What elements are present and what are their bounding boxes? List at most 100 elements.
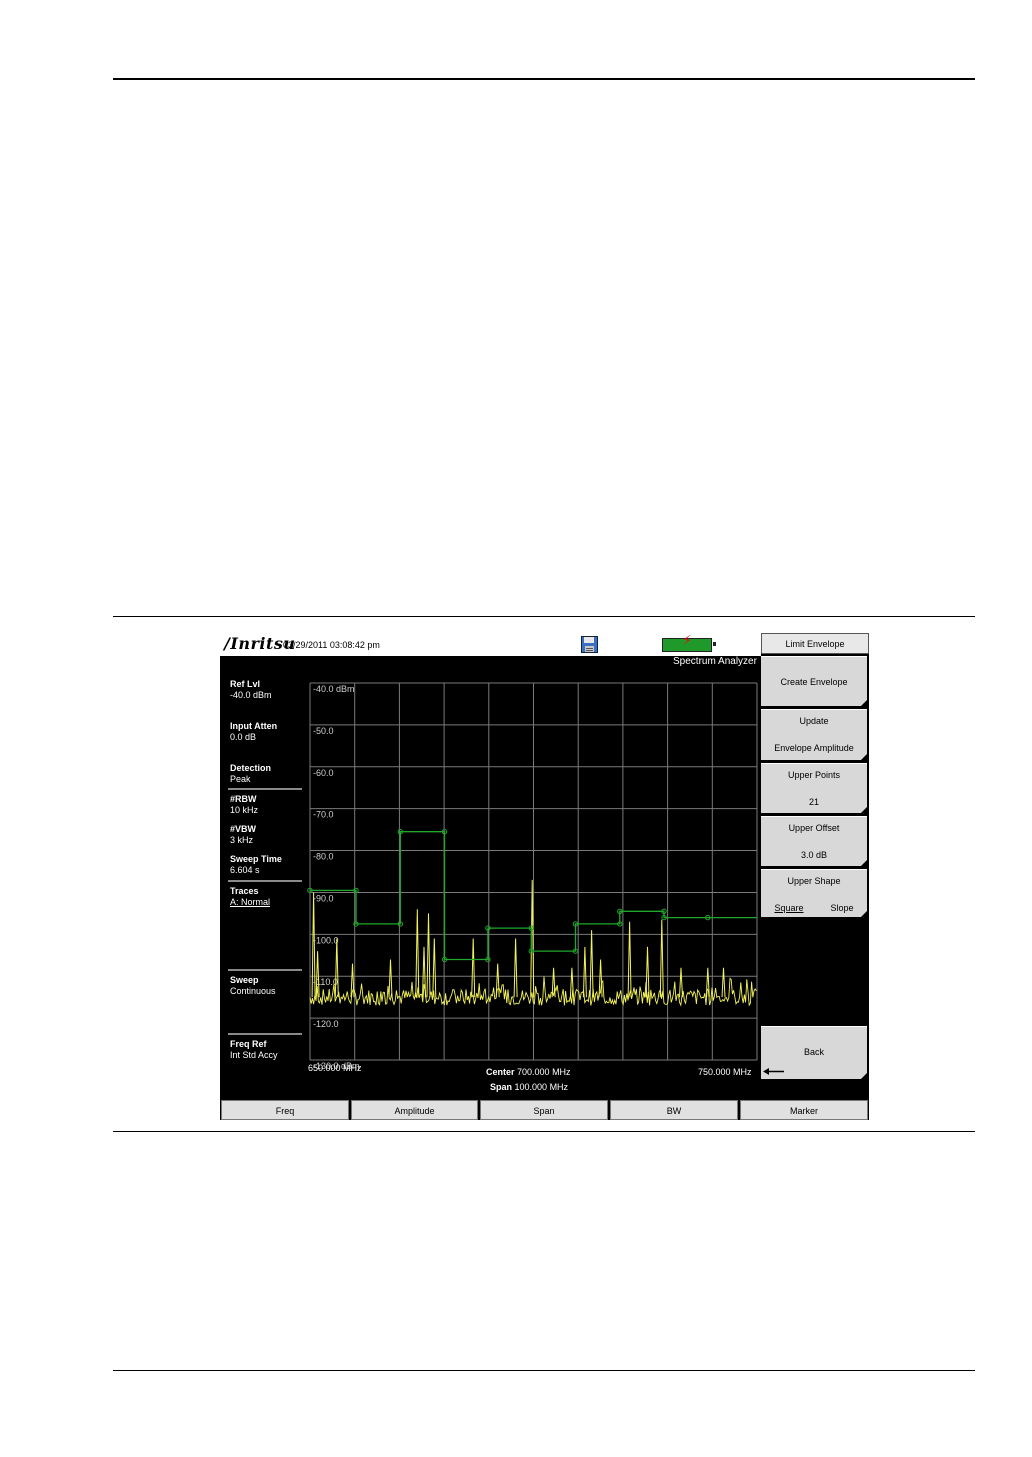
update-label-line1: Update (799, 716, 829, 726)
span-key[interactable]: Span (480, 1100, 608, 1120)
input-atten-value: 0.0 dB (230, 732, 257, 742)
sweep-value: Continuous (230, 986, 276, 996)
plot-grid (309, 682, 758, 1061)
trace-peak (679, 967, 683, 998)
date-time: 03/29/2011 03:08:42 pm (283, 640, 380, 650)
span-value: 100.000 MHz (514, 1082, 569, 1092)
update-envelope-amplitude-button[interactable]: Update Envelope Amplitude (761, 709, 867, 760)
upper-offset-value: 3.0 dB (800, 850, 828, 860)
sweep-label: Sweep (230, 975, 259, 985)
sweep-time-group[interactable]: Sweep Time 6.604 s (230, 854, 282, 876)
panel-divider (228, 1033, 302, 1035)
freq-key[interactable]: Freq (221, 1100, 349, 1120)
lightning-bolt-icon: ⚡ (682, 633, 692, 649)
trace-peak (495, 963, 500, 998)
upper-points-label: Upper Points (787, 770, 841, 780)
trace-peak (721, 967, 726, 998)
upper-shape-label: Upper Shape (787, 876, 841, 886)
sweep-group[interactable]: Sweep Continuous (230, 975, 276, 997)
trace-peak (334, 938, 339, 998)
panel-divider (228, 880, 302, 882)
shape-square-option: Square (774, 903, 804, 913)
rbw-group[interactable]: #RBW 10 kHz (230, 794, 258, 816)
ref-level-value: -40.0 dBm (230, 690, 272, 700)
ref-level-label: Ref Lvl (230, 679, 261, 689)
trace-peak (432, 938, 437, 998)
trace-peak (415, 909, 420, 998)
span-key-label: Span (533, 1106, 555, 1116)
marker-key-label: Marker (789, 1106, 818, 1116)
figure-bottom-rule (113, 1131, 975, 1132)
y-tick-label: -90.0 (313, 893, 334, 903)
y-tick-label: -40.0 dBm (313, 684, 355, 694)
freq-key-label: Freq (275, 1106, 295, 1116)
upper-offset-button[interactable]: Upper Offset 3.0 dB (761, 816, 867, 866)
back-label: Back (803, 1047, 824, 1057)
trace-peak (645, 946, 650, 998)
trace-peak (705, 967, 710, 998)
save-disk-icon[interactable] (581, 636, 598, 653)
softkey-menu-title: Limit Envelope (761, 633, 869, 654)
limit-envelope-points (307, 829, 711, 963)
span-readout: Span 100.000 MHz (490, 1082, 568, 1092)
vbw-group[interactable]: #VBW 3 kHz (230, 824, 256, 846)
y-tick-label: -120.0 (313, 1019, 339, 1029)
trace-peak (589, 930, 594, 998)
sweep-time-label: Sweep Time (230, 854, 282, 864)
detection-group[interactable]: Detection Peak (230, 763, 271, 785)
marker-key[interactable]: Marker (740, 1100, 868, 1120)
figure-top-rule (113, 616, 975, 617)
traces-value: A: Normal (230, 897, 271, 907)
trace-peak (513, 938, 518, 998)
bw-key-label: BW (666, 1106, 682, 1116)
instrument-screen: -40.0 dBm -50.0 -60.0 -70.0 -80.0 -90.0 -100.0… (220, 633, 869, 1120)
detection-value: Peak (230, 774, 251, 784)
amplitude-key-label: Amplitude (394, 1106, 435, 1116)
trace-peak (582, 946, 587, 998)
center-readout: Center 700.000 MHz (486, 1067, 571, 1077)
panel-divider (228, 788, 302, 790)
upper-shape-button[interactable]: Upper Shape Square Slope (761, 869, 867, 917)
vbw-value: 3 kHz (230, 835, 254, 845)
freq-ref-value: Int Std Accy (230, 1050, 278, 1060)
ref-level-group[interactable]: Ref Lvl -40.0 dBm (230, 679, 272, 701)
center-value: 700.000 MHz (517, 1067, 571, 1077)
upper-points-button[interactable]: Upper Points 21 (761, 763, 867, 813)
y-tick-label: -60.0 (313, 768, 334, 778)
battery-tip (713, 642, 716, 646)
input-atten-group[interactable]: Input Atten 0.0 dB (230, 721, 277, 743)
trace-peak (426, 913, 431, 998)
input-atten-label: Input Atten (230, 721, 278, 731)
center-label: Center (486, 1067, 515, 1077)
traces-group[interactable]: Traces A: Normal (230, 886, 270, 908)
shape-slope-option: Slope (830, 903, 854, 913)
traces-label: Traces (230, 886, 259, 896)
y-tick-label: -50.0 (313, 726, 334, 736)
create-envelope-button[interactable]: Create Envelope (761, 656, 867, 706)
update-label-line2: Envelope Amplitude (774, 743, 854, 753)
x-start-label: 650.000 MHz (308, 1063, 362, 1073)
trace-peak (627, 921, 632, 998)
amplitude-key[interactable]: Amplitude (351, 1100, 478, 1120)
y-tick-label: -70.0 (313, 810, 334, 820)
upper-offset-label: Upper Offset (788, 823, 840, 833)
freq-ref-group[interactable]: Freq Ref Int Std Accy (230, 1039, 278, 1061)
panel-divider (228, 969, 302, 971)
y-tick-label: -100.0 (313, 935, 339, 945)
back-button[interactable]: Back (761, 1026, 867, 1079)
upper-shape-options: Square Slope (761, 902, 867, 915)
back-arrow-icon (763, 1068, 784, 1075)
top-rule (113, 78, 975, 80)
create-envelope-label: Create Envelope (780, 677, 848, 687)
sweep-time-value: 6.604 s (230, 865, 260, 875)
y-tick-labels: -40.0 dBm -50.0 -60.0 -70.0 -80.0 -90.0 -100.0… (313, 684, 360, 1071)
freq-ref-label: Freq Ref (230, 1039, 267, 1049)
trace-peak (388, 959, 393, 998)
upper-points-value: 21 (808, 797, 819, 807)
bw-key[interactable]: BW (610, 1100, 738, 1120)
bottom-rule (113, 1370, 975, 1371)
rbw-label: #RBW (230, 794, 257, 804)
span-label: Span (490, 1082, 513, 1092)
rbw-value: 10 kHz (230, 805, 259, 815)
trace-peak (569, 967, 574, 998)
